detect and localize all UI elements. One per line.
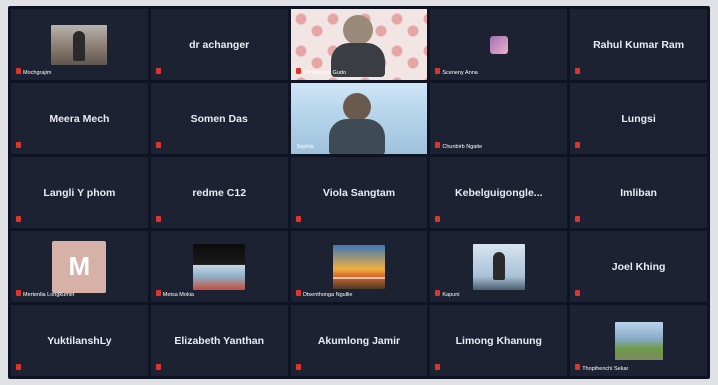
muted-mic-icon [155,290,161,296]
participant-tile[interactable]: Meera Mech [11,83,148,154]
muted-mic-icon [295,216,301,222]
muted-mic-icon [575,290,581,296]
muted-mic-icon [295,364,301,370]
muted-mic-icon [16,364,21,370]
participant-caption: Mochgrajim [23,70,52,76]
participant-tile[interactable]: Otsenthonga Ngullie [290,231,428,302]
video-gallery: Mochgrajim dr achanger Christopher Gudo … [8,6,710,379]
muted-mic-icon [155,68,161,74]
person-silhouette [492,251,505,280]
participant-photo [332,244,385,289]
participant-tile[interactable]: Langli Y phom [11,157,148,228]
participant-tile[interactable]: Limong Khanung [430,305,568,376]
participant-name: Meera Mech [49,112,110,125]
participant-tile[interactable]: Thopthenchi Sekar [570,305,707,376]
muted-mic-icon [435,68,441,74]
participant-tile[interactable]: Lungsi [570,83,707,154]
participant-video-tile[interactable]: Christopher Gudo [290,9,428,80]
participant-tile[interactable]: Chunbirb Ngaite [430,83,568,154]
muted-mic-icon [435,290,441,296]
active-speaker-tile[interactable]: Sophia [290,83,428,154]
person-silhouette [73,30,86,61]
participant-caption: Otsenthonga Ngullie [302,292,353,298]
participant-name: Joel Khing [611,260,666,273]
body [328,119,385,154]
participant-tile[interactable]: Metsa Mokia [150,231,288,302]
muted-mic-icon [16,290,21,296]
muted-mic-icon [575,68,581,74]
participant-name: Imliban [620,186,657,199]
muted-mic-icon [16,68,21,74]
participant-tile[interactable]: Imliban [570,157,707,228]
participant-caption: Sophia [296,144,314,150]
participant-tile[interactable]: M Mertenlla Longkumer [11,231,148,302]
participant-caption: Chunbirb Ngaite [442,144,483,150]
participant-caption: Christopher Gudo [302,70,347,76]
participant-caption: Sceneny Anna [442,70,478,76]
muted-mic-icon [16,216,21,222]
participant-tile[interactable]: Akumlong Jamir [290,305,428,376]
avatar: M [52,240,107,293]
participant-name: Akumlong Jamir [317,334,401,347]
participant-tile[interactable]: Mochgrajim [11,9,148,80]
participant-name: Viola Sangtam [322,186,396,199]
participant-photo [472,243,525,290]
participant-name: Rahul Kumar Ram [593,38,685,51]
face [342,93,371,121]
participant-tile[interactable]: Joel Khing [570,231,707,302]
participant-tile[interactable]: Kapuni [430,231,568,302]
participant-name: dr achanger [189,38,250,51]
face [342,15,373,45]
muted-mic-icon [435,216,441,222]
participant-tile[interactable]: Elizabeth Yanthan [150,305,288,376]
muted-mic-icon [575,142,581,148]
participant-photo [614,321,663,360]
muted-mic-icon [295,68,301,74]
muted-mic-icon [295,290,301,296]
horizon [332,276,385,279]
participant-tile[interactable]: Sceneny Anna [430,9,568,80]
participant-name: Elizabeth Yanthan [174,334,265,347]
participant-tile[interactable]: Rahul Kumar Ram [570,9,707,80]
participant-name: Kebelguigongle... [455,186,543,199]
muted-mic-icon [155,142,161,148]
muted-mic-icon [155,364,161,370]
participant-name: Somen Das [190,112,248,125]
muted-mic-icon [575,364,581,370]
participant-name: redme C12 [192,186,247,199]
participant-name: YuktilanshLy [47,334,112,347]
muted-mic-icon [435,364,441,370]
participant-photo [51,24,108,65]
participant-caption: Thopthenchi Sekar [582,366,629,372]
profile-picture [489,35,508,54]
participant-name: Lungsi [621,112,656,125]
participant-tile[interactable]: Somen Das [150,83,288,154]
muted-mic-icon [575,216,581,222]
participant-tile[interactable]: dr achanger [150,9,288,80]
participant-name: Langli Y phom [43,186,116,199]
participant-name: Limong Khanung [455,334,542,347]
participant-tile[interactable]: redme C12 [150,157,288,228]
participant-caption: Mertenlla Longkumer [23,292,75,298]
muted-mic-icon [155,216,161,222]
participant-photo [193,243,246,290]
muted-mic-icon [16,142,21,148]
participant-tile[interactable]: YuktilanshLy [11,305,148,376]
muted-mic-icon [435,142,441,148]
participant-caption: Kapuni [442,292,460,298]
participant-tile[interactable]: Kebelguigongle... [430,157,568,228]
participant-caption: Metsa Mokia [162,292,194,298]
participant-tile[interactable]: Viola Sangtam [290,157,428,228]
